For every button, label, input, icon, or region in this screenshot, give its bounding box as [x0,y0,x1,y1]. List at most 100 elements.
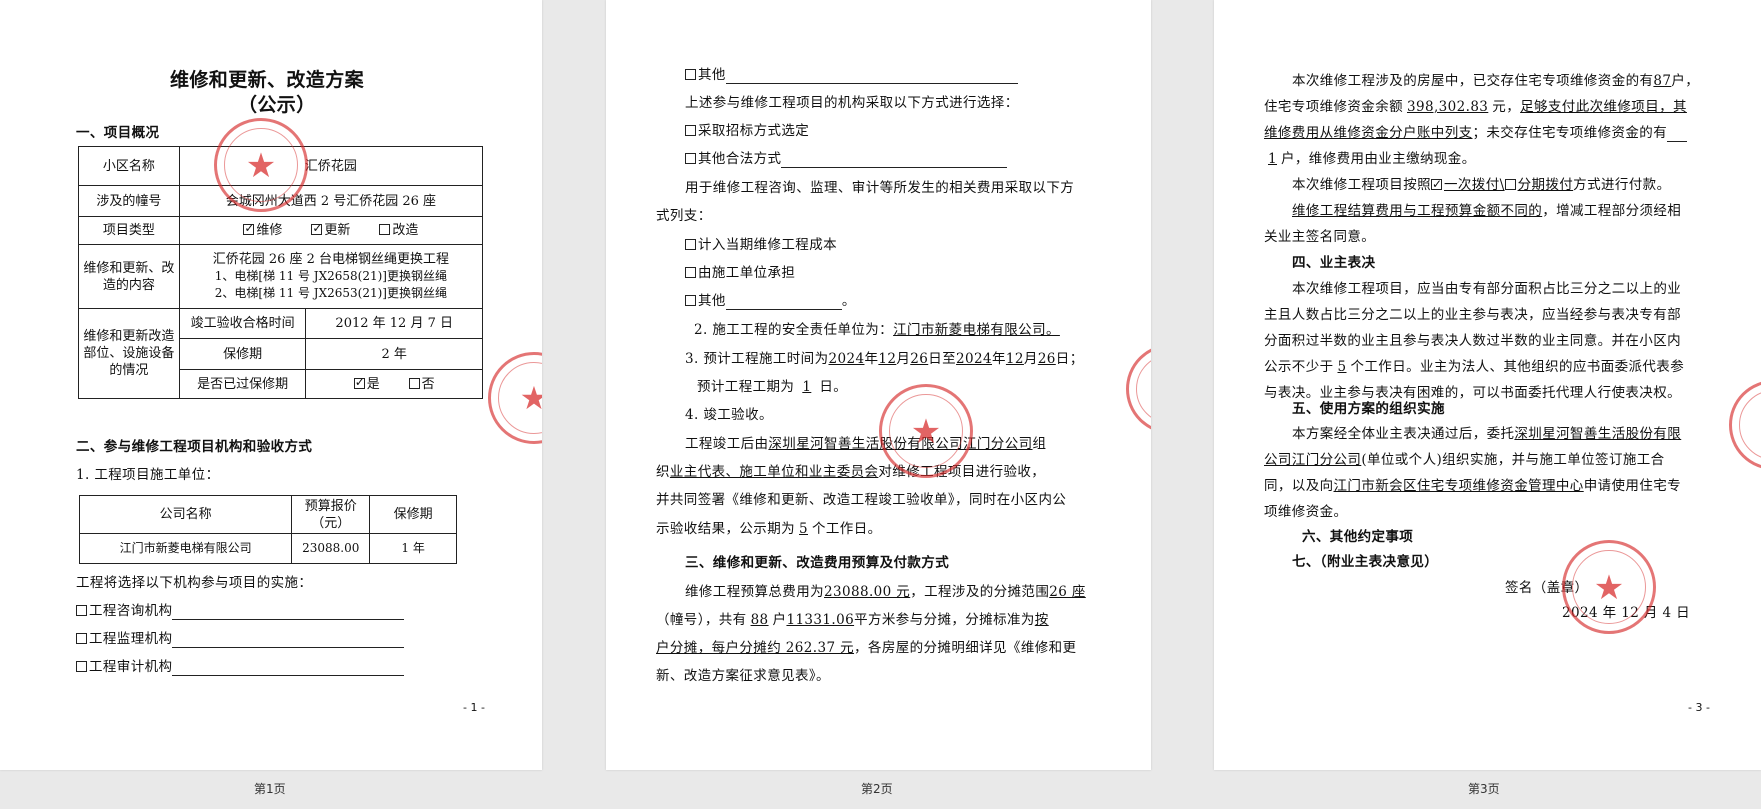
org-selection-line: 工程将选择以下机构参与项目的实施： [76,575,313,591]
section-1-heading: 一、项目概况 [76,125,160,141]
section-6-heading: 六、其他约定事项 [1302,529,1414,545]
warranty-expired-label: 是否已过保修期 [178,369,307,399]
warranty-label: 保修期 [178,338,307,370]
content-line-2: 1、电梯[梯 11 号 JX2658(21)]更换钢丝绳 [214,269,447,283]
budget-header: 预算报价（元） [291,495,371,534]
implement-line-2: 公司江门分公司(单位或个人)组织实施，并与施工单位签订施工合 [1264,452,1665,468]
warranty-cell: 1 年 [369,533,457,564]
checkbox-empty-icon [76,633,87,644]
star-icon: ★ [1732,407,1761,445]
option-other-fee: 其他。 [685,292,856,310]
checkbox-checked-icon [243,220,254,237]
org-consulting: 工程咨询机构 [76,602,405,620]
contractor-table: 公司名称 预算报价（元） 保修期 江门市新菱电梯有限公司 23088.00 1 … [78,495,457,564]
implement-line-4: 项维修资金。 [1264,504,1348,520]
org-audit: 工程审计机构 [76,658,405,676]
checkbox-empty-icon [685,295,696,306]
fee-line-2: （幢号），共有 88 户11331.06平方米参与分摊，分摊标准为按 [656,612,1049,628]
page-label-1: 第1页 [254,782,286,796]
page-label-2: 第2页 [861,782,893,796]
fill-line [1667,128,1688,142]
star-icon: ★ [910,412,942,452]
fund-line-1: 本次维修工程涉及的房屋中，已交存住宅专项维修资金的有87户， [1292,73,1700,89]
vote-line-1: 本次维修工程项目，应当由专有部分面积占比三分之二以上的业 [1292,281,1682,297]
option-contractor-bears: 由施工单位承担 [685,264,795,282]
star-icon: ★ [519,379,542,417]
payment-line: 本次维修工程项目按照一次拨付\分期拨付方式进行付款。 [1292,175,1670,194]
type-repair: 维修 [256,223,283,238]
fee-method-line-2: 式列支： [656,208,712,224]
other-line: 其他 [685,66,1018,84]
section-5-heading: 五、使用方案的组织实施 [1292,401,1445,417]
fund-line-3: 维修费用从维修资金分户账中列支；未交存住宅专项维修资金的有 [1264,124,1688,142]
fill-line [172,662,405,676]
option-other-legal: 其他合法方式 [685,150,1008,168]
content-value: 汇侨花园 26 座 2 台电梯钢丝绳更换工程 1、电梯[梯 11 号 JX265… [178,244,484,309]
company-seal: ★ [488,352,542,444]
checkbox-checked-icon [311,220,322,237]
budget-cell: 23088.00 [291,533,371,564]
construction-unit-line: 1. 工程项目施工单位： [76,467,220,483]
content-label: 维修和更新、改造的内容 [78,244,180,309]
community-name-label: 小区名称 [78,146,180,186]
acceptance-time-value: 2012 年 12 月 7 日 [305,308,483,339]
document-subtitle: （公示） [238,94,316,116]
option-no: 否 [421,376,435,392]
safety-unit-line: 2. 施工工程的安全责任单位为：江门市新菱电梯有限公司。 [694,322,1060,338]
type-renovate: 改造 [392,223,419,238]
project-type-label: 项目类型 [78,216,180,245]
page-3: 本次维修工程涉及的房屋中，已交存住宅专项维修资金的有87户， 住宅专项维修资金余… [1214,0,1761,770]
settlement-line-2: 关业主签名同意。 [1264,229,1376,245]
checkbox-empty-icon [76,661,87,672]
document-viewer: 维修和更新、改造方案 （公示） 一、项目概况 小区名称 汇侨花园 涉及的幢号 会… [0,0,1761,809]
company-seal: ★ [879,384,973,478]
page-label-3: 第3页 [1468,782,1500,796]
checkbox-empty-icon [685,267,696,278]
acceptance-line-3: 并共同签署《维修和更新、改造工程竣工验收单》，同时在小区内公 [656,492,1067,508]
fee-line-4: 新、改造方案征求意见表》。 [656,668,830,684]
planned-duration-line: 预计工程工期为 1 日。 [697,379,848,395]
content-line-1: 汇侨花园 26 座 2 台电梯钢丝绳更换工程 [212,252,450,267]
checkbox-checked-icon [1431,175,1442,193]
fill-line [172,634,405,648]
company-seal: ★ [214,118,308,212]
fee-method-line-1: 用于维修工程咨询、监理、审计等所发生的相关费用采取以下方 [685,180,1075,196]
section-2-heading: 二、参与维修工程项目机构和验收方式 [76,439,313,455]
checkbox-empty-icon [408,377,420,389]
company-name-header: 公司名称 [78,495,293,534]
checkbox-empty-icon [1504,179,1516,190]
page-2: 其他 上述参与维修工程项目的机构采取以下方式进行选择： 采取招标方式选定 其他合… [606,0,1151,770]
checkbox-empty-icon [76,605,87,616]
project-type-options: 维修 更新 改造 [178,216,484,245]
warranty-expired-options: 是 否 [305,369,483,399]
fee-line-3: 户分摊，每户分摊约 262.37 元，各房屋的分摊明细详见《维修和更 [656,640,1077,656]
acceptance-line-4: 示验收结果，公示期为 5 个工作日。 [656,521,882,537]
settlement-line-1: 维修工程结算费用与工程预算金额不同的，增减工程部分须经相 [1292,203,1682,219]
implement-line-3: 同，以及向江门市新会区住宅专项维修资金管理中心申请使用住宅专 [1264,478,1682,494]
acceptance-line-1: 工程竣工后由深圳星河智善生活股份有限公司江门分公司组 [685,436,1047,452]
option-include-cost: 计入当期维修工程成本 [685,236,837,254]
fill-line [725,70,1018,84]
building-label: 涉及的幢号 [78,185,180,217]
company-seal: ★ [1562,540,1656,634]
vote-line-3: 分面积过半数的业主且参与表决人数过半数的业主同意。并在小区内 [1264,333,1681,349]
company-seal: ★ [1729,380,1761,470]
document-title: 维修和更新、改造方案 [170,69,365,91]
section-4-heading: 四、业主表决 [1292,255,1376,271]
vote-line-4: 公示不少于 5 个工作日。业主为法人、其他组织的应书面委派代表参 [1264,359,1685,375]
page-1: 维修和更新、改造方案 （公示） 一、项目概况 小区名称 汇侨花园 涉及的幢号 会… [0,0,542,770]
acceptance-title: 4. 竣工验收。 [685,407,773,423]
fill-line [172,606,405,620]
acceptance-time-label: 竣工验收合格时间 [178,308,307,339]
warranty-value: 2 年 [305,338,483,370]
star-icon: ★ [245,146,277,186]
checkbox-empty-icon [379,224,391,235]
page-number: - 3 - [1688,701,1710,714]
star-icon: ★ [1129,371,1151,409]
fund-line-4: 1 户，维修费用由业主缴纳现金。 [1268,151,1476,167]
fund-line-2: 住宅专项维修资金余额 398,302.83 元，足够支付此次维修项目，其 [1264,99,1687,115]
checkbox-checked-icon [353,374,365,391]
fill-line [725,296,842,310]
selection-method-line: 上述参与维修工程项目的机构采取以下方式进行选择： [685,95,1019,111]
type-update: 更新 [324,223,351,238]
